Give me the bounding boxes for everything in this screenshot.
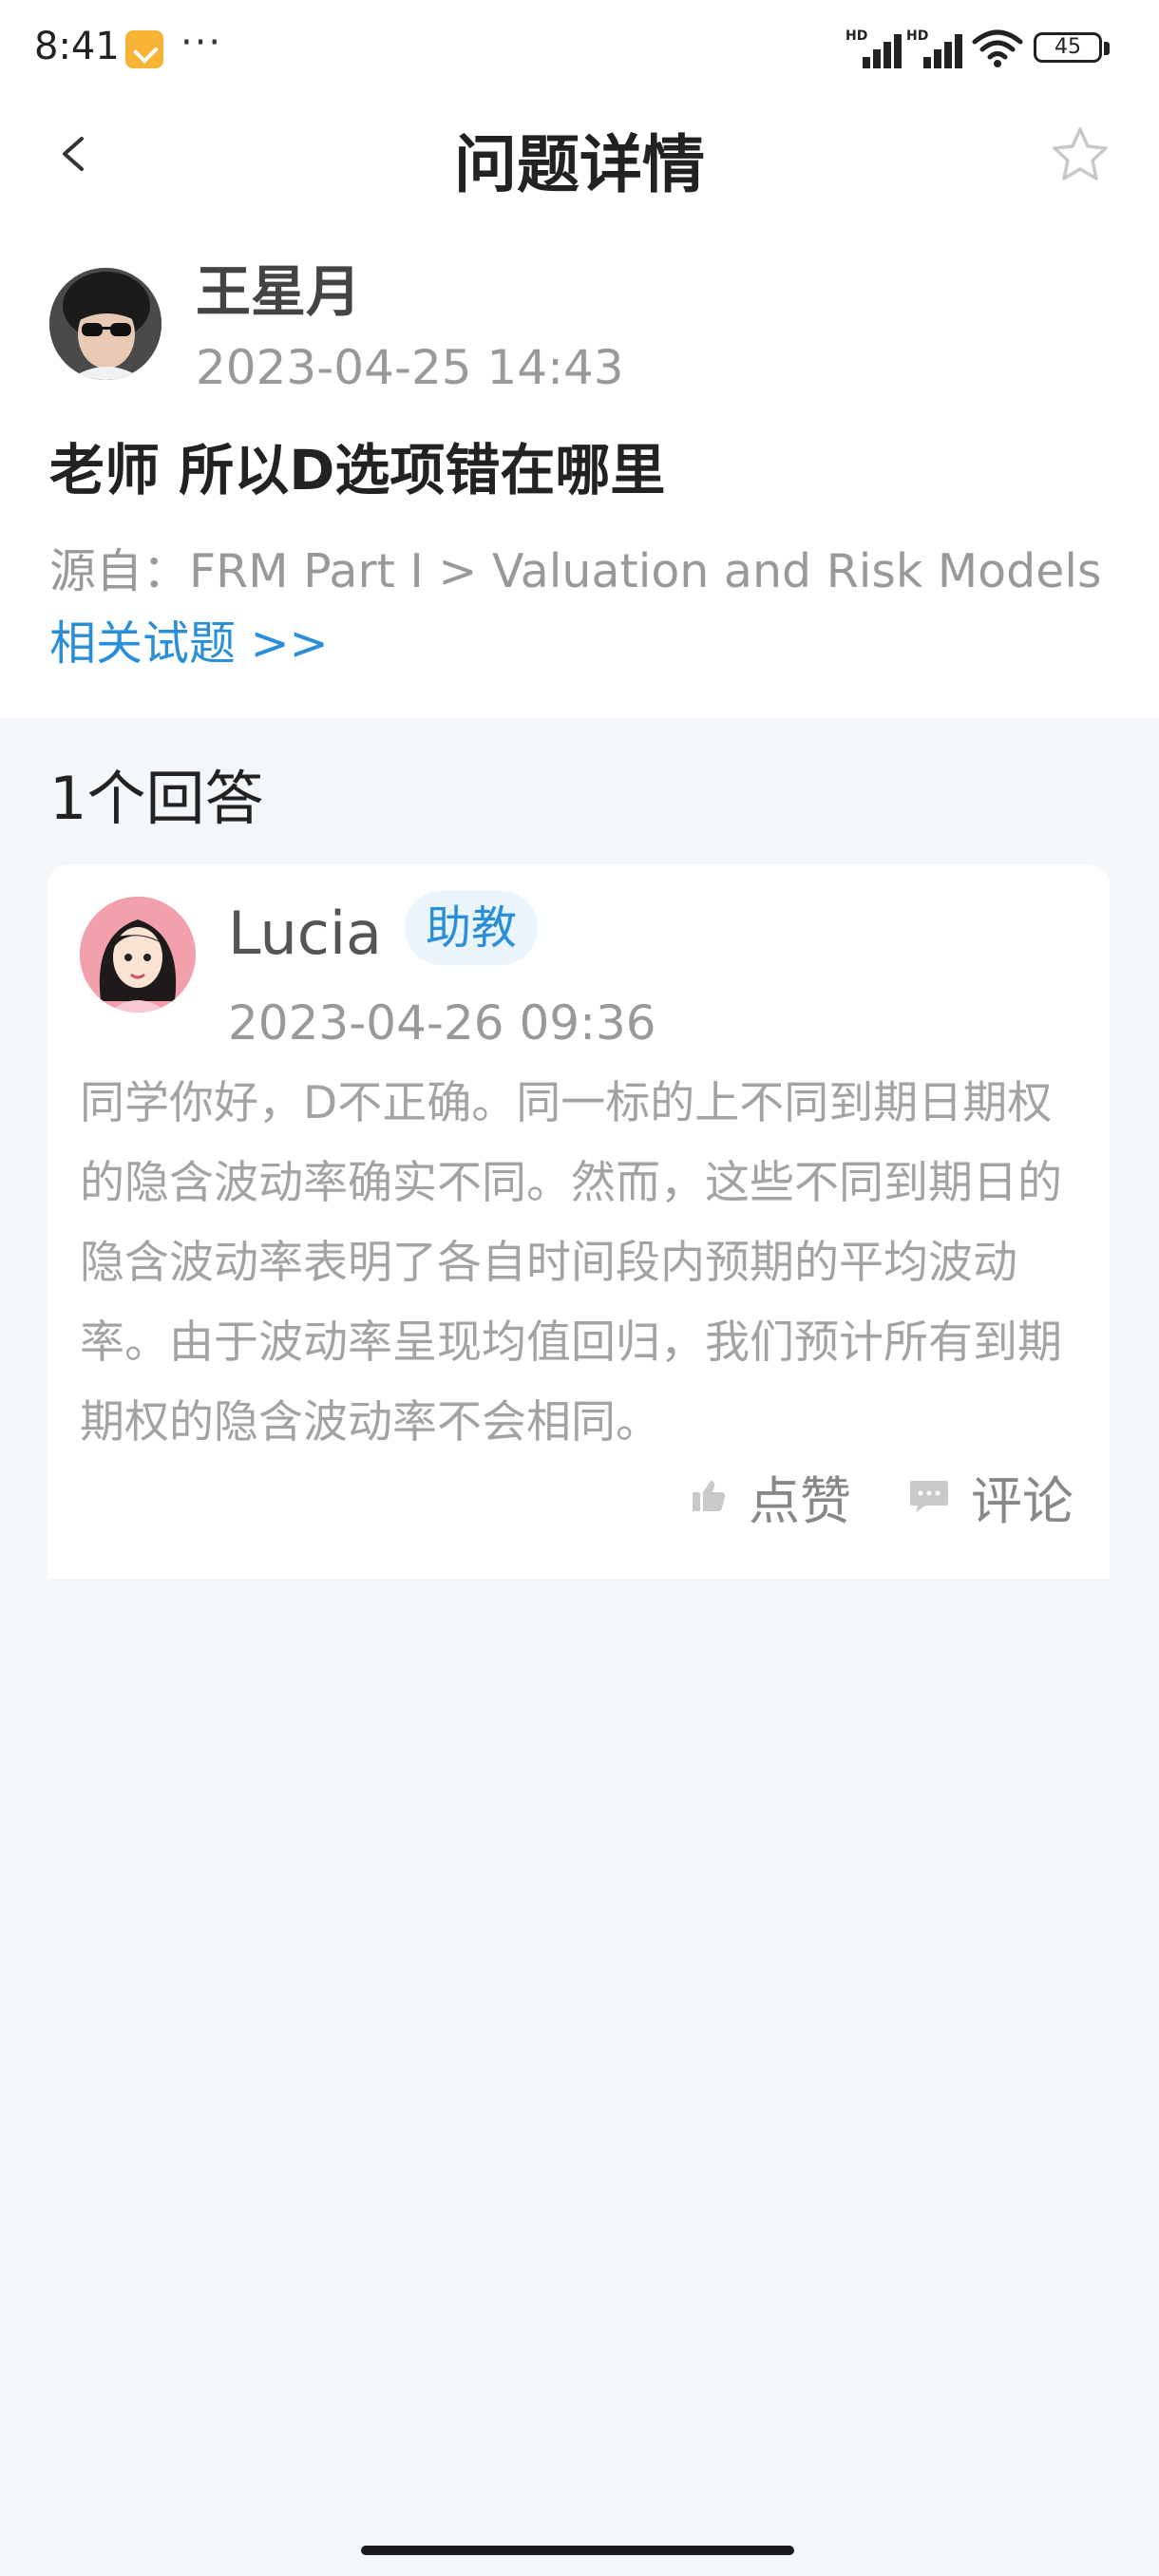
page-header: 问题详情	[0, 95, 1159, 218]
status-bar: 8:41 ··· HD HD 45	[0, 0, 1159, 95]
question-source: 源自：FRM Part I > Valuation and Risk Model…	[49, 544, 1102, 598]
signal-icon: HD	[846, 28, 902, 68]
battery-tip	[1104, 42, 1110, 55]
answers-count: 1个回答	[49, 764, 264, 833]
answerer-avatar-image	[80, 897, 196, 1013]
comment-button[interactable]: 评论	[908, 1463, 1074, 1531]
asker-timestamp: 2023-04-25 14:43	[196, 340, 624, 395]
related-questions-link[interactable]: 相关试题 >>	[49, 606, 329, 673]
notes-icon	[125, 30, 163, 68]
role-badge: 助教	[405, 891, 539, 965]
question-section: 王星月 2023-04-25 14:43 老师 所以D选项错在哪里 源自：FRM…	[0, 218, 1159, 718]
answer-timestamp: 2023-04-26 09:36	[228, 995, 656, 1051]
answerer-name: Lucia	[228, 899, 383, 968]
avatar[interactable]	[49, 268, 162, 380]
page-title: 问题详情	[454, 128, 705, 201]
more-notifications-icon: ···	[180, 21, 223, 65]
thumbs-up-icon	[693, 1481, 726, 1511]
comment-icon	[910, 1481, 948, 1512]
like-button[interactable]: 点赞	[690, 1463, 851, 1531]
wifi-icon	[972, 29, 1023, 67]
comment-label: 评论	[971, 1470, 1074, 1531]
answer-card: Lucia 助教 2023-04-26 09:36 同学你好，D不正确。同一标的…	[48, 864, 1110, 1579]
question-text: 老师 所以D选项错在哪里	[49, 438, 666, 502]
like-label: 点赞	[749, 1470, 851, 1531]
asker-avatar-image	[49, 268, 162, 380]
avatar[interactable]	[80, 897, 196, 1013]
home-indicator[interactable]	[361, 2546, 794, 2555]
star-icon[interactable]	[1049, 123, 1112, 186]
signal-icon: HD	[906, 28, 963, 68]
status-time: 8:41	[34, 25, 120, 68]
answer-text: 同学你好，D不正确。同一标的上不同到期日期权的隐含波动率确实不同。然而，这些不同…	[80, 1077, 1062, 1449]
asker-name: 王星月	[196, 259, 362, 324]
battery-icon: 45	[1034, 32, 1102, 63]
